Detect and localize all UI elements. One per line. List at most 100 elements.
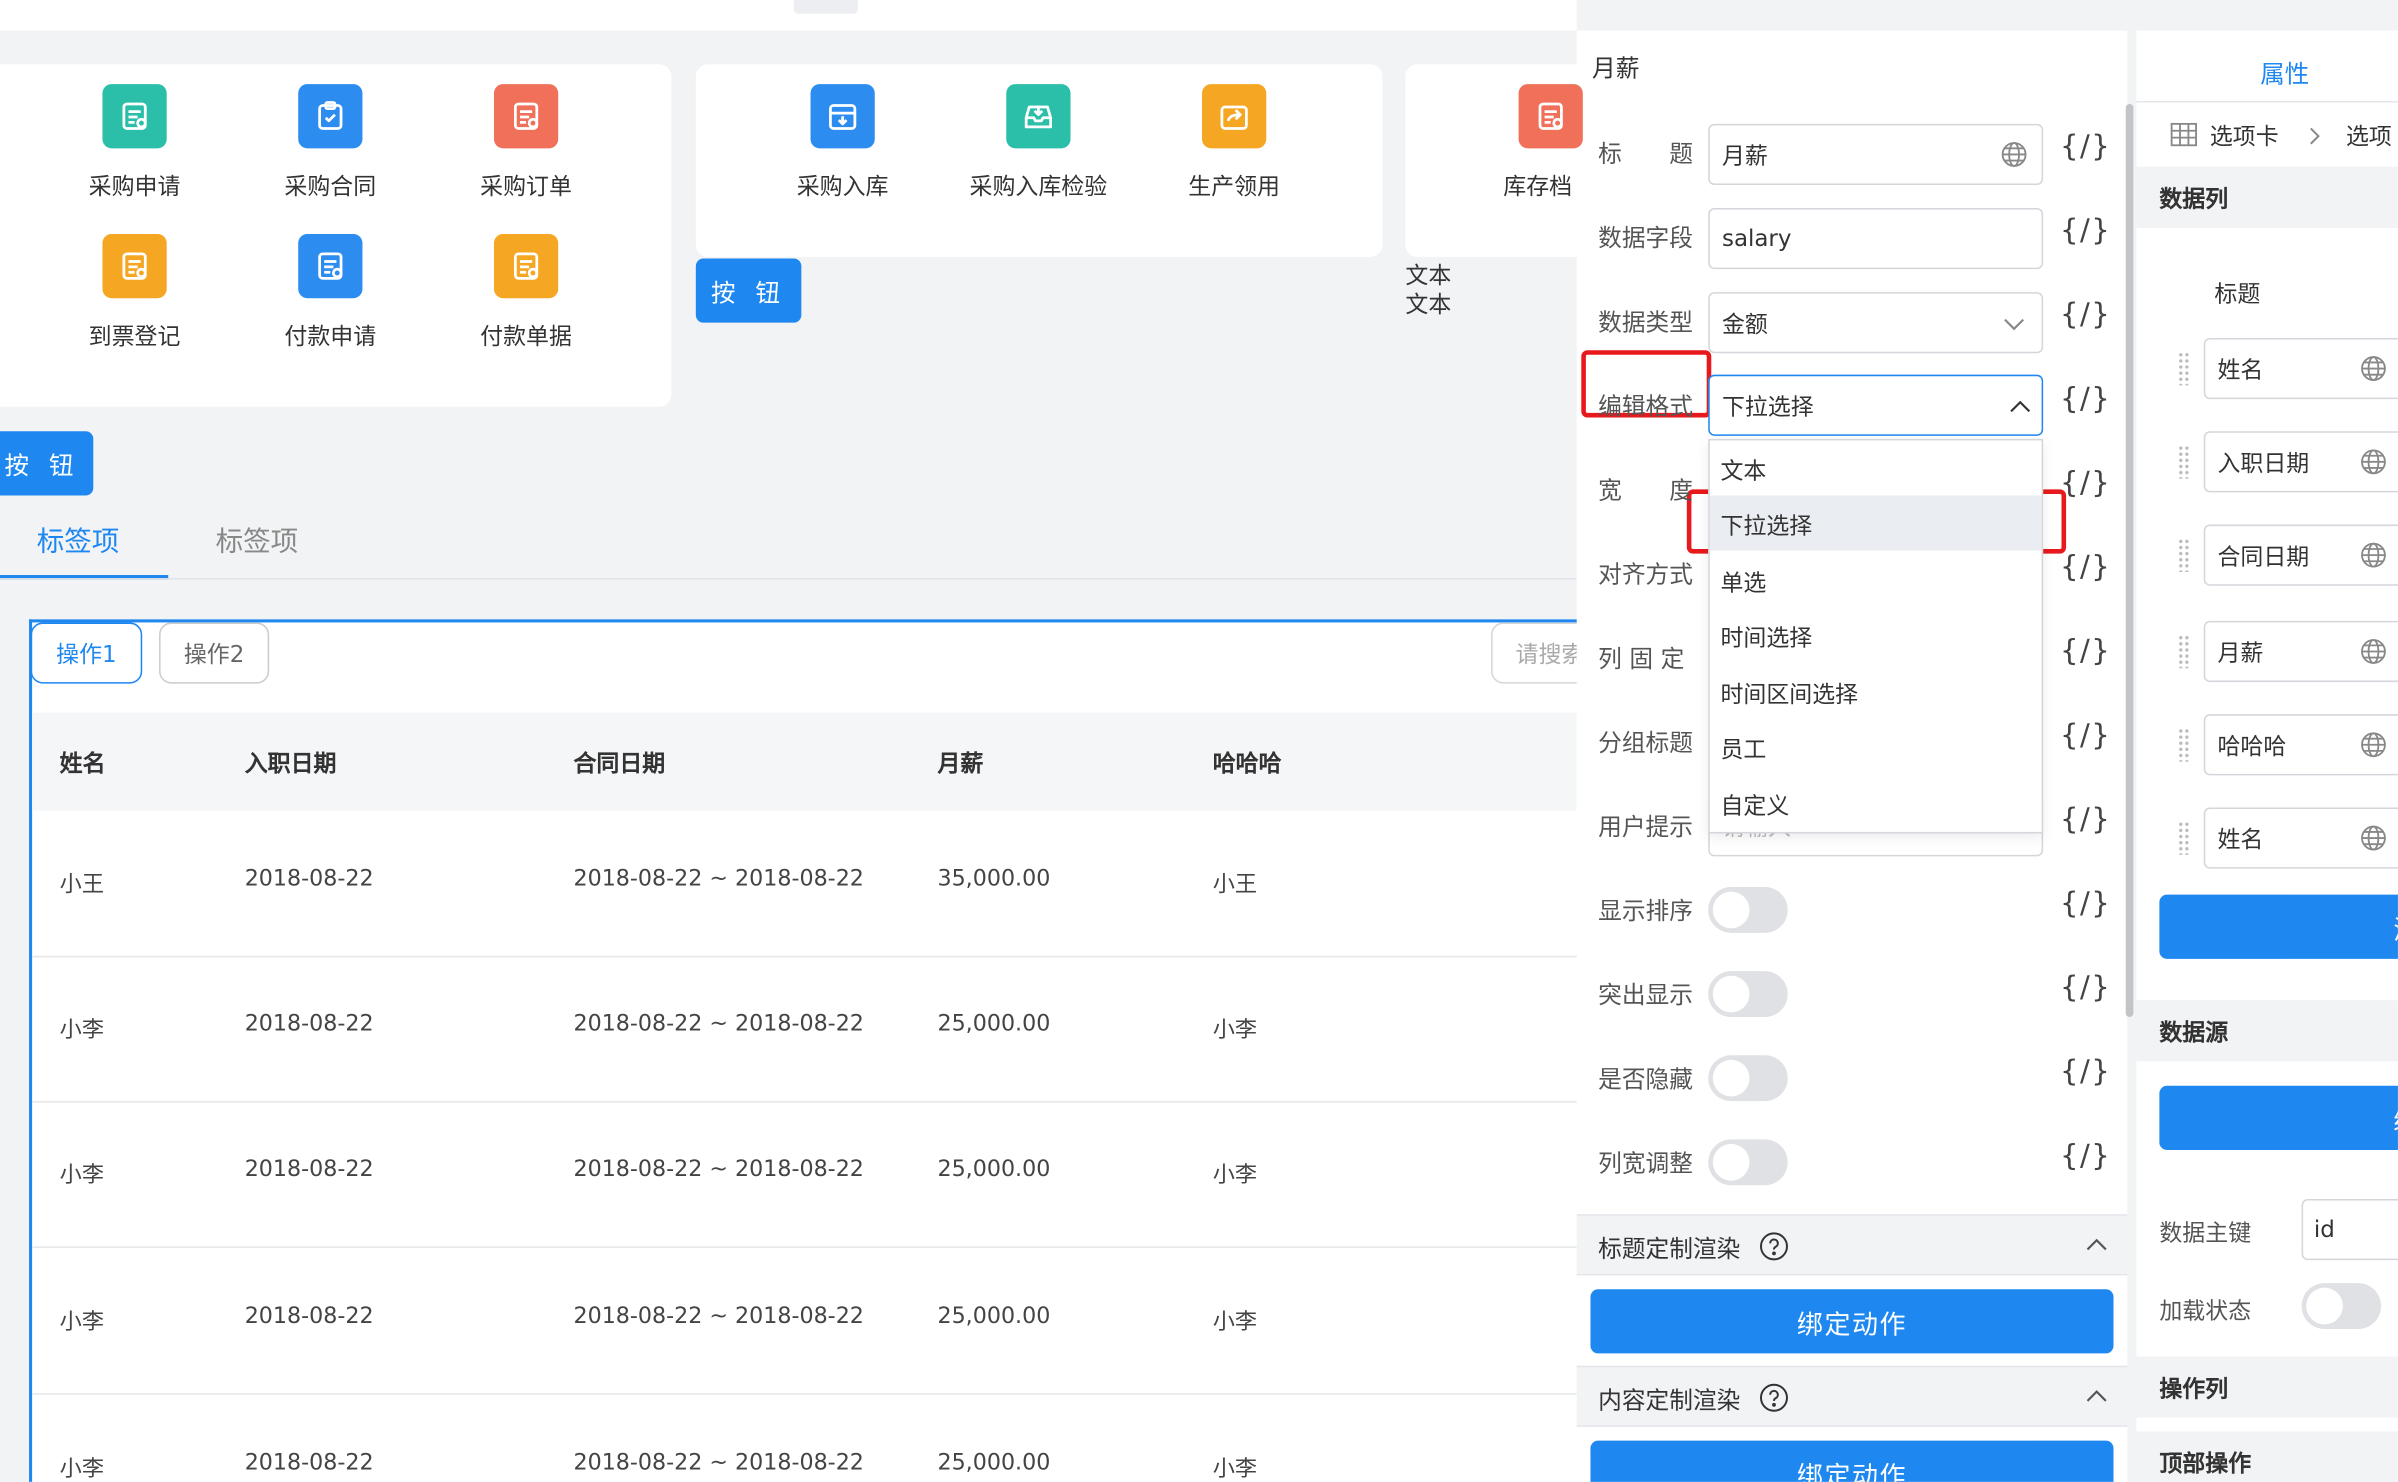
app-purchase-inbound[interactable]: 采购入库 — [751, 84, 935, 202]
table-row[interactable]: 小李 2018-08-22 2018-08-22 ~ 2018-08-22 25,00… — [32, 1248, 1577, 1393]
dropdown-option[interactable]: 单选 — [1720, 566, 1766, 598]
table-header-cell[interactable]: 合同日期 — [573, 746, 665, 778]
tab-properties[interactable]: 属性 — [2260, 54, 2309, 91]
column-title-input[interactable]: 姓名 — [2203, 807, 2398, 869]
section-label: 内容定制渲染 — [1598, 1387, 1741, 1415]
globe-icon[interactable] — [2360, 355, 2388, 383]
tab-2[interactable]: 标签项 — [216, 520, 299, 560]
expr-button-highlight[interactable]: {/} — [2060, 971, 2111, 1005]
expr-button-data-field[interactable]: {/} — [2060, 214, 2111, 248]
column-title-header: 标题 — [2214, 279, 2261, 308]
section-label: 数据源 — [2159, 1017, 2229, 1046]
dropdown-option[interactable]: 下拉选择 — [1720, 509, 1812, 541]
globe-icon[interactable] — [2360, 448, 2388, 476]
expr-button-group-title[interactable]: {/} — [2060, 719, 2111, 753]
expr-button-show-sort[interactable]: {/} — [2060, 887, 2111, 921]
table-row[interactable]: 小王 2018-08-22 2018-08-22 ~ 2018-08-22 35,00… — [32, 811, 1577, 956]
expr-button-user-hint[interactable]: {/} — [2060, 803, 2111, 837]
bind-action-button[interactable]: 绑定动作 — [1590, 1289, 2114, 1354]
globe-icon[interactable] — [2360, 541, 2388, 569]
expr-button-resizable[interactable]: {/} — [2060, 1139, 2111, 1173]
globe-icon[interactable] — [2360, 824, 2388, 852]
edit-datasource-button[interactable]: 编 — [2159, 1085, 2398, 1151]
app-production-requisition[interactable]: 生产领用 — [1142, 84, 1326, 202]
app-inventory-archive[interactable]: 库存档 — [1459, 84, 1597, 202]
drag-handle-icon[interactable] — [2177, 727, 2190, 762]
toggle-highlight[interactable] — [1708, 971, 1788, 1017]
primary-key-input[interactable]: id — [2301, 1198, 2398, 1261]
bind-action-button[interactable]: 绑定动作 — [1590, 1440, 2114, 1482]
globe-icon[interactable] — [2360, 731, 2388, 759]
drag-handle-icon[interactable] — [2177, 351, 2190, 386]
help-icon[interactable] — [1759, 1231, 1790, 1268]
column-title-input[interactable]: 姓名 — [2203, 337, 2398, 400]
data-type-select[interactable]: 金额 — [1708, 292, 2044, 354]
props-scrollbar-thumb[interactable] — [2125, 103, 2134, 1017]
expr-button-fixed[interactable]: {/} — [2060, 635, 2111, 669]
app-purchase-order[interactable]: 采购订单 — [434, 84, 618, 202]
section-operation-column[interactable]: 操作列 — [2136, 1356, 2398, 1418]
expr-button-hidden[interactable]: {/} — [2060, 1055, 2111, 1089]
op1-button[interactable]: 操作1 — [30, 622, 143, 684]
purchase-inbound-icon — [810, 84, 875, 149]
toggle-hidden[interactable] — [1708, 1055, 1788, 1102]
drag-handle-icon[interactable] — [2177, 538, 2190, 572]
table-header-cell[interactable]: 月薪 — [937, 746, 983, 778]
table-cell: 2018-08-22 ~ 2018-08-22 — [573, 1157, 864, 1183]
title-value: 月薪 — [1721, 141, 1768, 169]
toolbar-handle[interactable] — [793, 0, 858, 14]
expr-button-data-type[interactable]: {/} — [2060, 298, 2111, 332]
globe-icon[interactable] — [2000, 141, 2028, 169]
breadcrumb-item-2[interactable]: 选项 — [2346, 119, 2392, 151]
section-title-render[interactable]: 标题定制渲染 — [1576, 1214, 2128, 1276]
title-input[interactable]: 月薪 — [1708, 123, 2044, 186]
expr-button-width[interactable]: {/} — [2060, 466, 2111, 500]
data-field-input[interactable]: salary — [1708, 207, 2044, 270]
dropdown-option[interactable]: 文本 — [1720, 454, 1766, 486]
help-icon[interactable] — [1759, 1382, 1790, 1419]
section-data-source[interactable]: 数据源 — [2136, 1000, 2398, 1062]
table-row[interactable]: 小李 2018-08-22 2018-08-22 ~ 2018-08-22 25,00… — [32, 956, 1577, 1101]
expr-button-edit-format[interactable]: {/} — [2060, 382, 2111, 416]
search-placeholder: 请搜索 — [1515, 640, 1585, 668]
expr-button-align[interactable]: {/} — [2060, 551, 2111, 585]
tab-1[interactable]: 标签项 — [37, 520, 120, 560]
app-purchase-request[interactable]: 采购申请 — [43, 84, 227, 202]
canvas-button-1[interactable]: 按 钮 — [695, 258, 802, 323]
column-title-input[interactable]: 合同日期 — [2203, 524, 2398, 586]
column-title-input[interactable]: 月薪 — [2203, 620, 2398, 683]
add-column-button[interactable]: 添 — [2159, 894, 2398, 959]
dropdown-option[interactable]: 时间选择 — [1720, 621, 1812, 653]
dropdown-option[interactable]: 时间区间选择 — [1720, 677, 1858, 709]
column-title-input[interactable]: 哈哈哈 — [2203, 714, 2398, 776]
table-row[interactable]: 小李 2018-08-22 2018-08-22 ~ 2018-08-22 25,00… — [32, 1393, 1577, 1482]
drag-handle-icon[interactable] — [2177, 634, 2190, 669]
dropdown-option[interactable]: 员工 — [1720, 733, 1766, 765]
breadcrumb-item-1[interactable]: 选项卡 — [2210, 119, 2279, 151]
app-payment-document[interactable]: 付款单据 — [434, 233, 618, 352]
dropdown-option[interactable]: 自定义 — [1720, 789, 1789, 821]
canvas-button-2[interactable]: 按 钮 — [0, 431, 94, 496]
toggle-resizable[interactable] — [1708, 1139, 1788, 1186]
app-invoice-register[interactable]: 到票登记 — [43, 233, 227, 352]
app-inbound-inspection[interactable]: 采购入库检验 — [947, 84, 1131, 202]
section-top-operations[interactable]: 顶部操作 — [2136, 1431, 2398, 1482]
toggle-show-sort[interactable] — [1708, 886, 1788, 933]
table-row[interactable]: 小李 2018-08-22 2018-08-22 ~ 2018-08-22 25,00… — [32, 1101, 1577, 1246]
drag-handle-icon[interactable] — [2177, 821, 2190, 855]
table-header-cell[interactable]: 入职日期 — [245, 746, 337, 778]
section-content-render[interactable]: 内容定制渲染 — [1576, 1365, 2128, 1427]
expr-button-title[interactable]: {/} — [2060, 130, 2111, 164]
drag-handle-icon[interactable] — [2177, 445, 2190, 479]
table-header-cell[interactable]: 姓名 — [60, 746, 106, 778]
app-payment-request[interactable]: 付款申请 — [239, 233, 423, 352]
section-data-columns[interactable]: 数据列 — [2136, 166, 2398, 228]
op2-button[interactable]: 操作2 — [159, 622, 270, 684]
globe-icon[interactable] — [2360, 638, 2388, 666]
table-header-cell[interactable]: 哈哈哈 — [1213, 746, 1282, 778]
column-title-input[interactable]: 入职日期 — [2203, 431, 2398, 493]
toggle-loading[interactable] — [2301, 1283, 2382, 1329]
edit-format-select[interactable]: 下拉选择 — [1708, 374, 2044, 436]
app-purchase-contract[interactable]: 采购合同 — [239, 84, 423, 202]
prop-label-show-sort: 显示排序 — [1598, 897, 1693, 926]
